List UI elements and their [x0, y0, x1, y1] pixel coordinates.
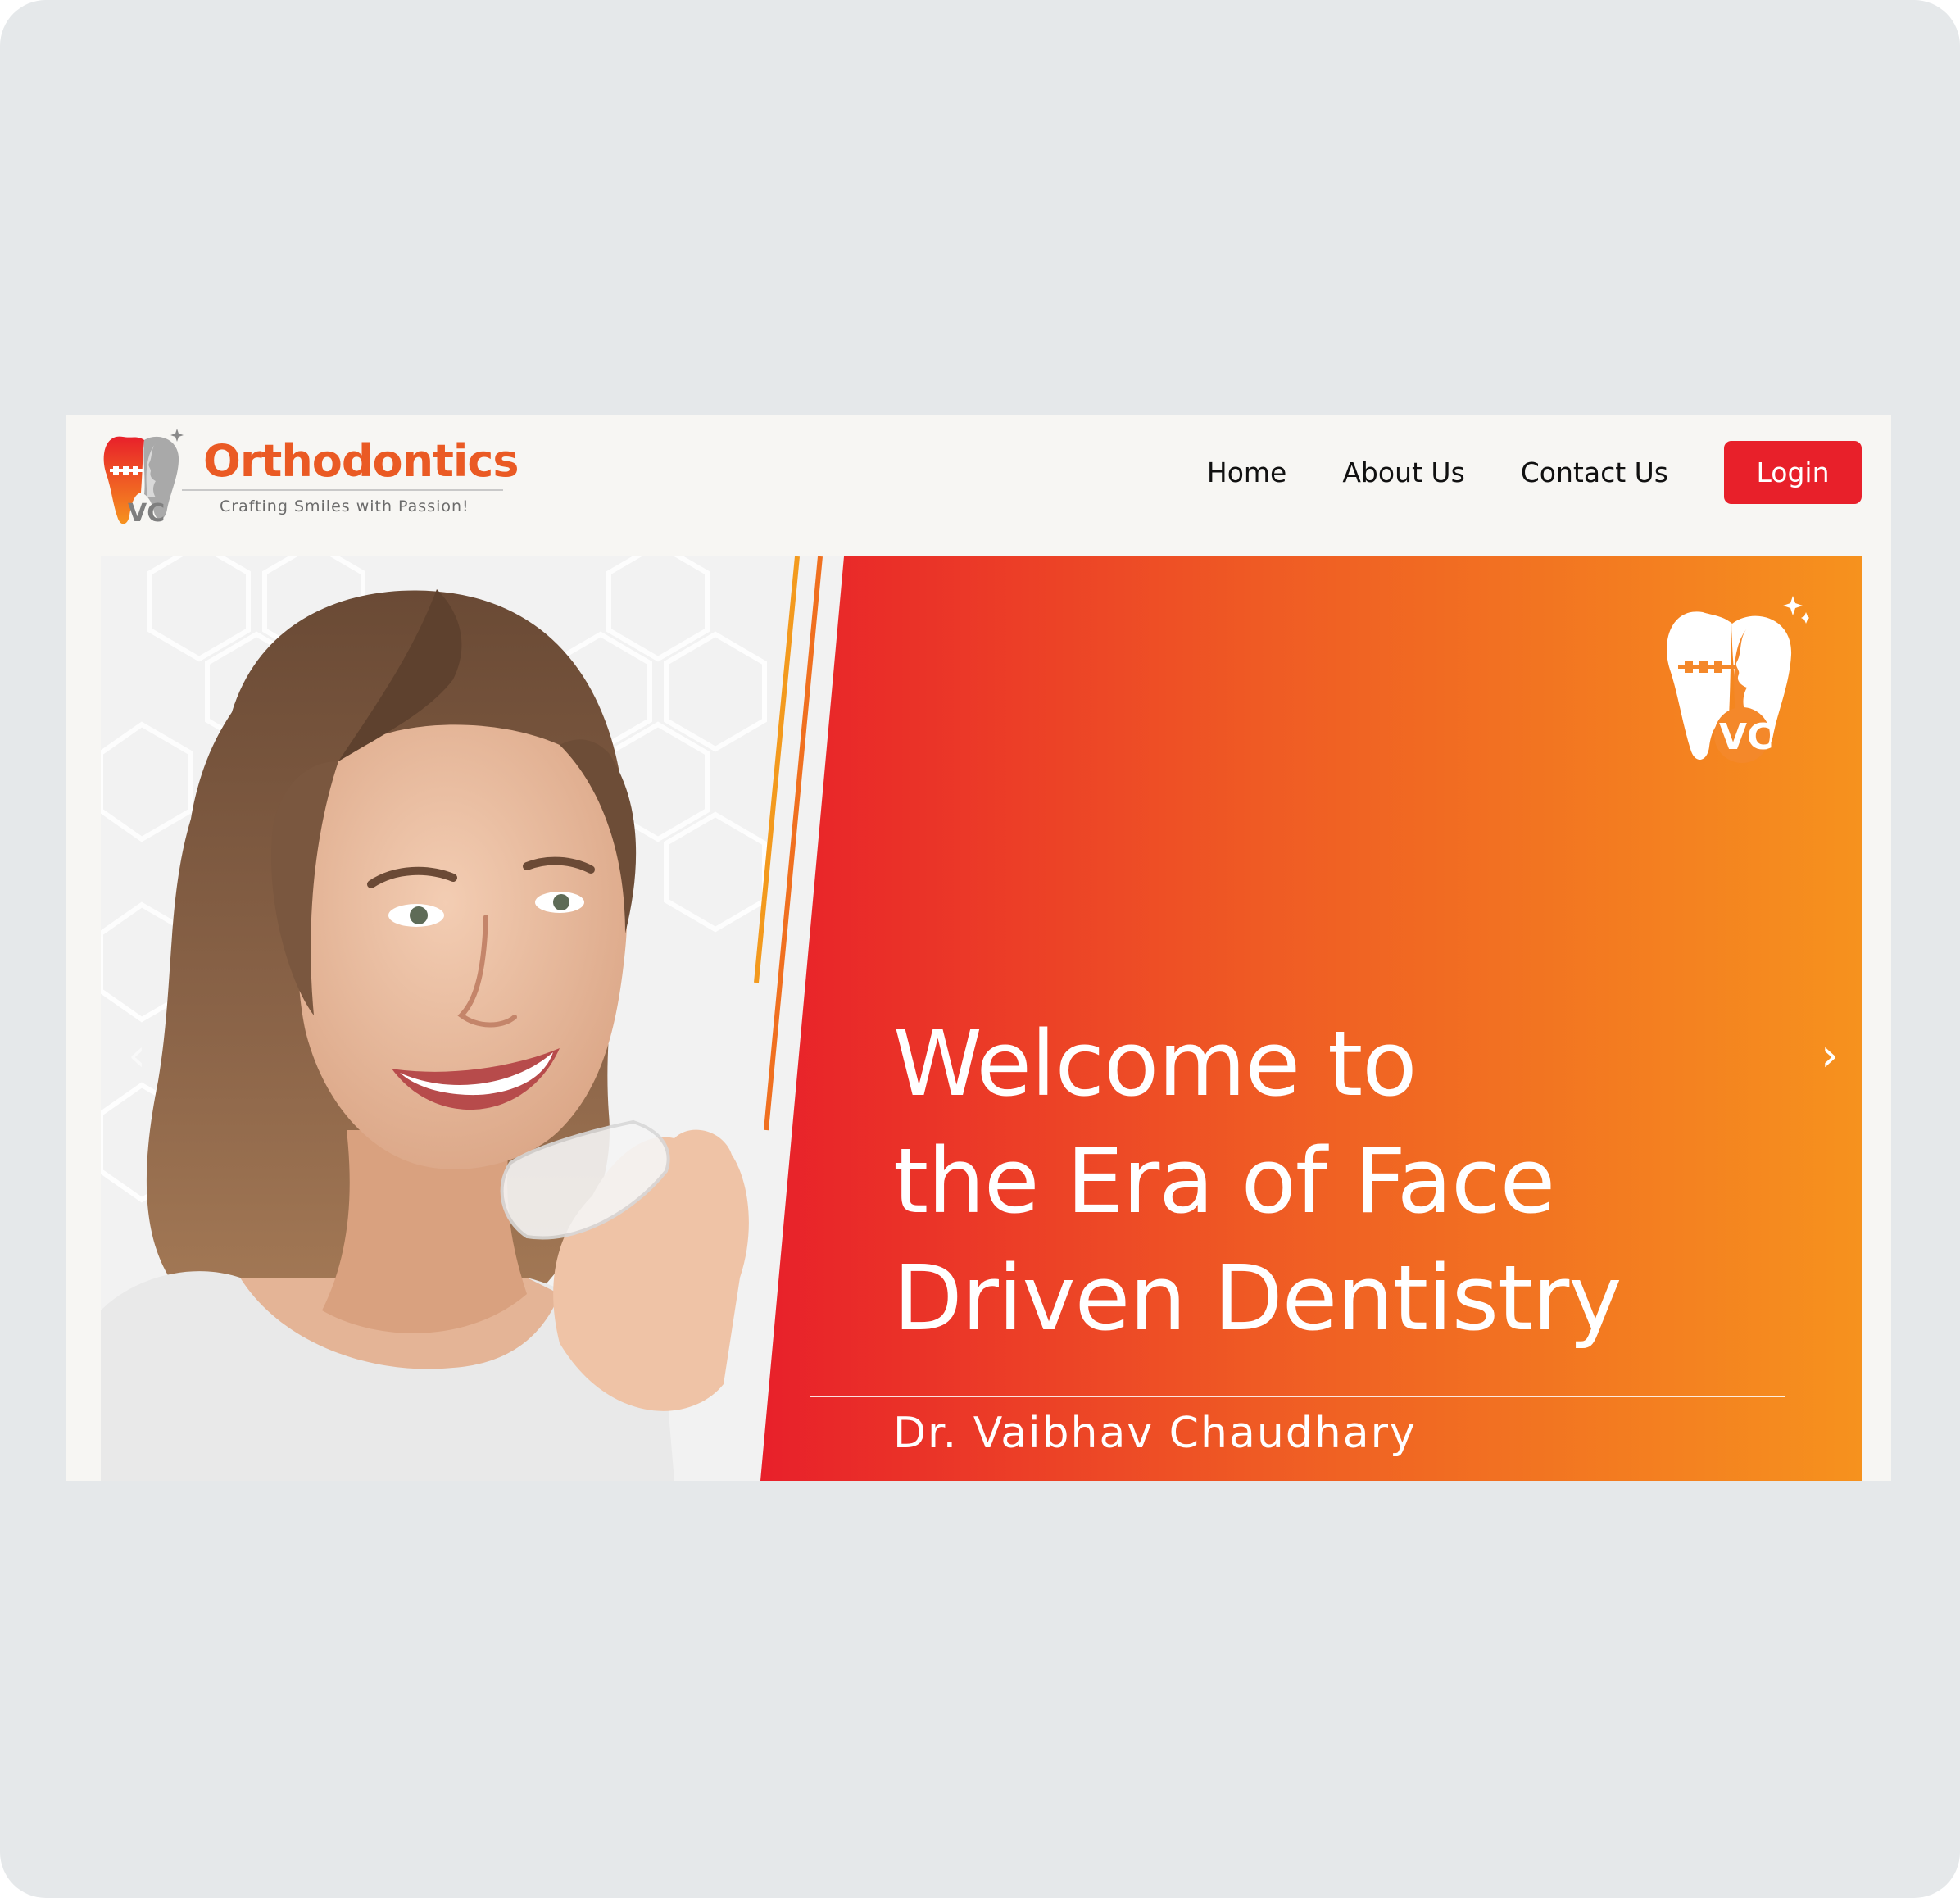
- headline-line-1: Welcome to: [893, 1011, 1418, 1116]
- brand-divider: [182, 489, 503, 491]
- carousel-prev-arrow-icon[interactable]: ‹: [120, 1022, 153, 1087]
- hero-logo-initials: VC: [1719, 716, 1774, 758]
- hero-divider: [810, 1396, 1785, 1397]
- login-button[interactable]: Login: [1724, 440, 1862, 504]
- carousel-next-arrow-icon[interactable]: ›: [1813, 1022, 1846, 1087]
- doctor-name: Dr. Vaibhav Chaudhary: [893, 1409, 1417, 1458]
- nav-home[interactable]: Home: [1207, 456, 1286, 488]
- main-nav: Home About Us Contact Us Login: [1151, 440, 1862, 504]
- web-page: VC Orthodontics Crafting Smiles with Pas…: [66, 415, 1891, 1481]
- brand-tagline: Crafting Smiles with Passion!: [220, 497, 470, 515]
- hero-headline: Welcome to the Era of Face Driven Dentis…: [893, 1006, 1713, 1357]
- logo-initials: VC: [128, 499, 166, 528]
- screenshot-frame: VC Orthodontics Crafting Smiles with Pas…: [0, 0, 1960, 1898]
- headline-line-3: Driven Dentistry: [893, 1246, 1622, 1351]
- nav-contact-us[interactable]: Contact Us: [1521, 456, 1668, 488]
- brand-name: Orthodontics: [203, 435, 519, 487]
- hero-carousel: VC Welcome to the Era of Face Driven Den…: [101, 556, 1862, 1481]
- site-logo[interactable]: VC Orthodontics Crafting Smiles with Pas…: [98, 424, 565, 530]
- headline-line-2: the Era of Face: [893, 1128, 1555, 1233]
- nav-about-us[interactable]: About Us: [1342, 456, 1464, 488]
